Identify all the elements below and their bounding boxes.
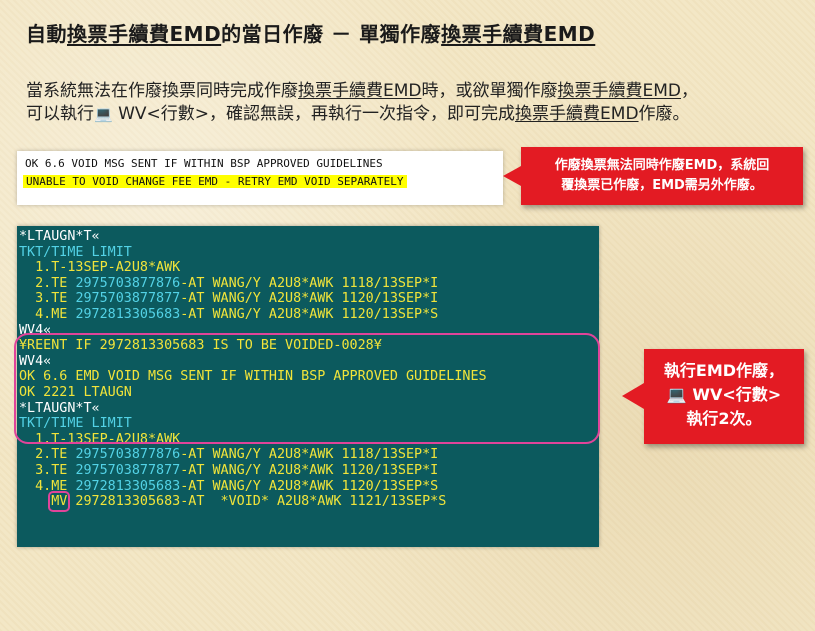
title-emd-term: 換票手續費EMD bbox=[67, 22, 222, 46]
intro-line-2: 可以執行💻 WV<行數>，確認無誤，再執行一次指令，即可完成換票手續費EMD作廢… bbox=[26, 104, 690, 124]
emd-term: 換票手續費EMD bbox=[298, 81, 422, 101]
intro-line-1: 當系統無法在作廢換票同時完成作廢換票手續費EMD時，或欲單獨作廢換票手續費EMD… bbox=[26, 81, 698, 101]
emd-term: 換票手續費EMD bbox=[557, 81, 682, 101]
terminal-line: 1.T-13SEP-A2U8*AWK bbox=[19, 431, 181, 447]
terminal-line: 3.TE 2975703877877-AT WANG/Y A2U8*AWK 11… bbox=[19, 462, 439, 478]
terminal-line: OK 2221 LTAUGN bbox=[19, 384, 132, 400]
message-line-unable: UNABLE TO VOID CHANGE FEE EMD - RETRY EM… bbox=[23, 175, 407, 188]
mv-marker: MV bbox=[48, 491, 71, 513]
terminal-line: 1.T-13SEP-A2U8*AWK bbox=[19, 260, 181, 276]
terminal-screen: *LTAUGN*T« TKT/TIME LIMIT 1.T-13SEP-A2U8… bbox=[17, 226, 599, 547]
system-message-box: OK 6.6 VOID MSG SENT IF WITHIN BSP APPRO… bbox=[17, 151, 503, 205]
title-emd-term: 換票手續費EMD bbox=[441, 22, 596, 46]
computer-icon: 💻 bbox=[94, 105, 113, 123]
terminal-line: OK 6.6 EMD VOID MSG SENT IF WITHIN BSP A… bbox=[19, 369, 487, 385]
terminal-line: 4.ME 2972813305683-AT WANG/Y A2U8*AWK 11… bbox=[19, 478, 439, 494]
terminal-line: 4.ME 2972813305683-AT WANG/Y A2U8*AWK 11… bbox=[19, 306, 439, 322]
terminal-line: 2.TE 2975703877876-AT WANG/Y A2U8*AWK 11… bbox=[19, 275, 439, 291]
title-part: 的當日作廢 － 單獨作廢 bbox=[221, 22, 442, 46]
terminal-line: WV4« bbox=[19, 322, 52, 338]
terminal-line: TKT/TIME LIMIT bbox=[19, 416, 132, 432]
terminal-line: MV 2972813305683-AT *VOID* A2U8*AWK 1121… bbox=[48, 491, 447, 513]
page-title: 自動換票手續費EMD的當日作廢 － 單獨作廢換票手續費EMD bbox=[26, 18, 595, 47]
title-part: 自動 bbox=[26, 22, 67, 46]
terminal-line: WV4« bbox=[19, 353, 52, 369]
terminal-line: 2.TE 2975703877876-AT WANG/Y A2U8*AWK 11… bbox=[19, 447, 439, 463]
callout-void-note: 作廢換票無法同時作廢EMD，系統回 覆換票已作廢，EMD需另外作廢。 bbox=[503, 147, 803, 205]
callout-wv-instruction: 執行EMD作廢， 💻 WV<行數> 執行2次。 bbox=[622, 349, 804, 444]
terminal-line: ¥REENT IF 2972813305683 IS TO BE VOIDED-… bbox=[19, 338, 382, 354]
terminal-line: 3.TE 2975703877877-AT WANG/Y A2U8*AWK 11… bbox=[19, 291, 439, 307]
intro-paragraph: 當系統無法在作廢換票同時完成作廢換票手續費EMD時，或欲單獨作廢換票手續費EMD… bbox=[26, 80, 806, 126]
terminal-line: *LTAUGN*T« bbox=[19, 400, 100, 416]
terminal-line: TKT/TIME LIMIT bbox=[19, 244, 132, 260]
terminal-line: *LTAUGN*T« bbox=[19, 229, 100, 244]
emd-term: 換票手續費EMD bbox=[515, 104, 639, 124]
message-line-ok: OK 6.6 VOID MSG SENT IF WITHIN BSP APPRO… bbox=[25, 157, 383, 170]
